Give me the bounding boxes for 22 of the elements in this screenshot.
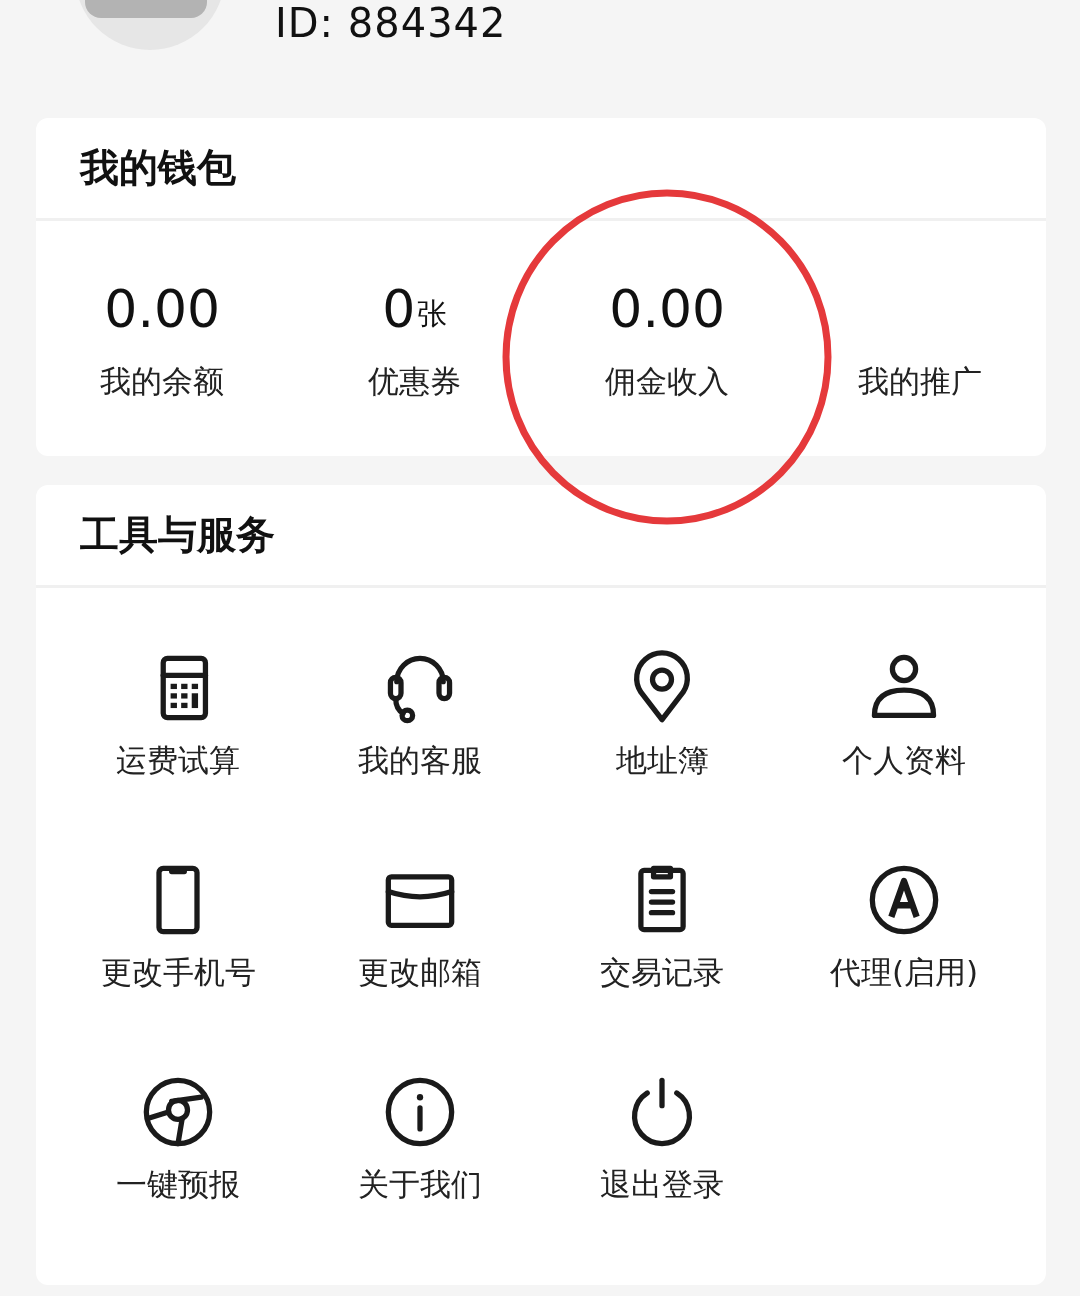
tool-label[interactable]: 运费试算 (116, 740, 240, 782)
tool-label[interactable]: 退出登录 (600, 1164, 724, 1206)
tool-label[interactable]: 关于我们 (358, 1164, 482, 1206)
wallet-label[interactable]: 佣金收入 (605, 361, 730, 403)
user-id: ID: 884342 (275, 0, 507, 46)
section-title: 工具与服务 (36, 485, 1046, 588)
tool-label[interactable]: 更改邮箱 (358, 952, 482, 994)
tool-label[interactable]: 一键预报 (116, 1164, 240, 1206)
tool-label[interactable]: 我的客服 (358, 740, 482, 782)
amount-value: 0.00 (104, 283, 221, 335)
wallet-label[interactable]: 优惠券 (368, 361, 462, 403)
section-title: 我的钱包 (36, 118, 1046, 221)
tool-label[interactable]: 个人资料 (842, 740, 966, 782)
tool-label[interactable]: 代理(启用) (829, 952, 979, 994)
wallet-label[interactable]: 我的余额 (100, 361, 225, 403)
amount-value: 0.00 (609, 283, 726, 335)
amount-value: 0 (382, 283, 416, 335)
tool-label[interactable]: 地址簿 (615, 740, 709, 782)
tool-label[interactable]: 更改手机号 (100, 952, 256, 994)
wallet-label[interactable]: 我的推广 (857, 361, 982, 403)
tool-label[interactable]: 交易记录 (600, 952, 724, 994)
unit-label: 张 (417, 295, 448, 333)
